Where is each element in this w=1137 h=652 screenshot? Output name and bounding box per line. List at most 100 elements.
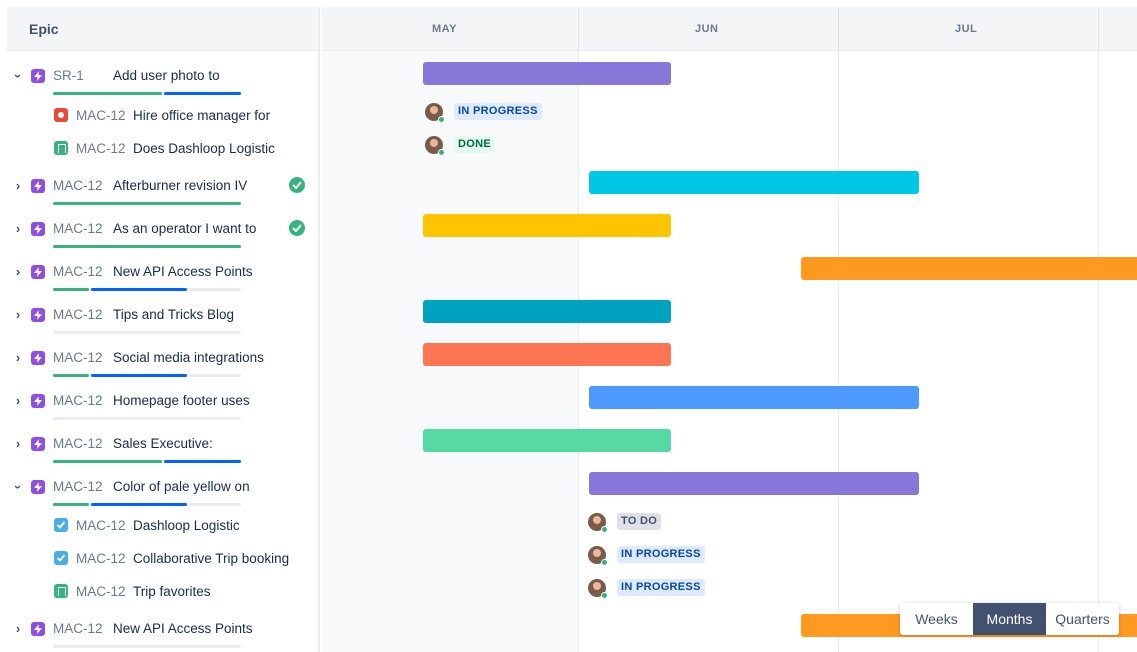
chevron-right-icon[interactable]: › <box>12 308 24 322</box>
epic-bar[interactable] <box>423 429 671 452</box>
issue-title[interactable]: Add user photo to <box>113 68 220 83</box>
issue-key[interactable]: MAC-12 <box>76 108 126 123</box>
issue-key[interactable]: MAC-12 <box>76 518 126 533</box>
epic-bar[interactable] <box>423 62 671 85</box>
issue-key[interactable]: MAC-12 <box>76 551 126 566</box>
issue-title[interactable]: Tips and Tricks Blog <box>113 307 234 322</box>
epic-row[interactable]: › SR-1 Add user photo to <box>7 65 318 95</box>
epic-icon <box>31 265 45 279</box>
issue-title[interactable]: As an operator I want to <box>113 221 256 236</box>
epic-progress-bar <box>53 460 241 463</box>
epic-row[interactable]: › MAC-12 Homepage footer uses <box>7 390 318 420</box>
epic-row[interactable]: › MAC-12 New API Access Points <box>7 618 318 648</box>
epic-bar[interactable] <box>589 472 919 495</box>
epic-row[interactable]: › MAC-12 Tips and Tricks Blog <box>7 304 318 334</box>
epic-progress-bar <box>53 202 241 205</box>
epic-progress-bar <box>53 92 241 95</box>
epic-row[interactable]: › MAC-12 New API Access Points <box>7 261 318 291</box>
child-issue-row[interactable]: MAC-12 Dashloop Logistic <box>7 515 318 545</box>
epic-bar[interactable] <box>589 171 919 194</box>
child-issue-row[interactable]: MAC-12 Trip favorites <box>7 581 318 611</box>
issue-title[interactable]: Sales Executive: <box>113 436 213 451</box>
status-badge[interactable]: IN PROGRESS <box>617 546 705 563</box>
issue-title[interactable]: Trip favorites <box>133 584 211 599</box>
timescale-option-quarters[interactable]: Quarters <box>1046 603 1119 635</box>
chevron-right-icon[interactable]: › <box>12 437 24 451</box>
issue-title[interactable]: Collaborative Trip booking <box>133 551 289 566</box>
progress-inprogress-segment <box>91 288 187 291</box>
status-badge[interactable]: IN PROGRESS <box>617 579 705 596</box>
month-header-next <box>1099 7 1137 51</box>
issue-key[interactable]: MAC-12 <box>53 350 103 365</box>
chevron-down-icon[interactable]: › <box>11 481 26 493</box>
avatar[interactable] <box>588 546 608 566</box>
month-header-may: MAY <box>322 7 579 51</box>
task-icon <box>54 518 68 532</box>
issue-title[interactable]: Homepage footer uses <box>113 393 250 408</box>
epic-icon <box>31 222 45 236</box>
issue-title[interactable]: New API Access Points <box>113 621 253 636</box>
child-issue-row[interactable]: MAC-12 Collaborative Trip booking <box>7 548 318 578</box>
timescale-option-weeks[interactable]: Weeks <box>900 603 973 635</box>
online-status-icon <box>601 526 608 533</box>
online-status-icon <box>601 559 608 566</box>
issue-key[interactable]: MAC-12 <box>53 436 103 451</box>
child-issue-row[interactable]: MAC-12 Does Dashloop Logistic <box>7 138 318 168</box>
epic-row[interactable]: › MAC-12 Social media integrations <box>7 347 318 377</box>
status-badge[interactable]: DONE <box>454 136 495 153</box>
issue-title[interactable]: New API Access Points <box>113 264 253 279</box>
chevron-right-icon[interactable]: › <box>12 265 24 279</box>
epic-icon <box>31 394 45 408</box>
avatar[interactable] <box>425 103 445 123</box>
chevron-down-icon[interactable]: › <box>11 70 26 82</box>
chevron-right-icon[interactable]: › <box>12 622 24 636</box>
chevron-right-icon[interactable]: › <box>12 351 24 365</box>
status-badge[interactable]: TO DO <box>617 513 662 530</box>
avatar[interactable] <box>588 513 608 533</box>
epic-row[interactable]: › MAC-12 Color of pale yellow on <box>7 476 318 506</box>
issue-title[interactable]: Dashloop Logistic <box>133 518 240 533</box>
progress-done-segment <box>53 202 241 205</box>
epic-bar[interactable] <box>423 343 671 366</box>
bug-icon <box>54 108 68 122</box>
progress-done-segment <box>53 374 89 377</box>
epic-row[interactable]: › MAC-12 Sales Executive: <box>7 433 318 463</box>
epic-bar[interactable] <box>423 214 671 237</box>
issue-key[interactable]: MAC-12 <box>53 479 103 494</box>
issue-key[interactable]: MAC-12 <box>53 221 103 236</box>
chevron-right-icon[interactable]: › <box>12 394 24 408</box>
avatar[interactable] <box>425 136 445 156</box>
issue-key[interactable]: MAC-12 <box>76 584 126 599</box>
issue-key[interactable]: MAC-12 <box>53 621 103 636</box>
issue-key[interactable]: MAC-12 <box>53 393 103 408</box>
task-icon <box>54 551 68 565</box>
avatar[interactable] <box>588 579 608 599</box>
month-column <box>839 51 1099 652</box>
child-issue-row[interactable]: MAC-12 Hire office manager for <box>7 105 318 135</box>
epic-row[interactable]: › MAC-12 Afterburner revision IV <box>7 175 318 205</box>
chevron-right-icon[interactable]: › <box>12 179 24 193</box>
timescale-option-months[interactable]: Months <box>973 603 1046 635</box>
issue-title[interactable]: Social media integrations <box>113 350 264 365</box>
epic-row[interactable]: › MAC-12 As an operator I want to <box>7 218 318 248</box>
issue-key[interactable]: SR-1 <box>53 68 84 83</box>
issue-title[interactable]: Afterburner revision IV <box>113 178 247 193</box>
epic-bar[interactable] <box>423 300 671 323</box>
progress-done-segment <box>53 460 162 463</box>
issue-title[interactable]: Hire office manager for <box>133 108 270 123</box>
month-header-jun: JUN <box>579 7 839 51</box>
epic-bar[interactable] <box>589 386 919 409</box>
issue-title[interactable]: Color of pale yellow on <box>113 479 250 494</box>
issue-title[interactable]: Does Dashloop Logistic <box>133 141 275 156</box>
online-status-icon <box>438 116 445 123</box>
status-badge[interactable]: IN PROGRESS <box>454 103 542 120</box>
issue-key[interactable]: MAC-12 <box>53 178 103 193</box>
issue-key[interactable]: MAC-12 <box>53 264 103 279</box>
issue-key[interactable]: MAC-12 <box>76 141 126 156</box>
epic-progress-bar <box>53 288 241 291</box>
epic-bar[interactable] <box>801 257 1137 280</box>
month-label: JUN <box>695 23 719 35</box>
issue-key[interactable]: MAC-12 <box>53 307 103 322</box>
roadmap-app: Epic › SR-1 Add user photo to MAC-12 Hir… <box>0 0 1137 652</box>
chevron-right-icon[interactable]: › <box>12 222 24 236</box>
